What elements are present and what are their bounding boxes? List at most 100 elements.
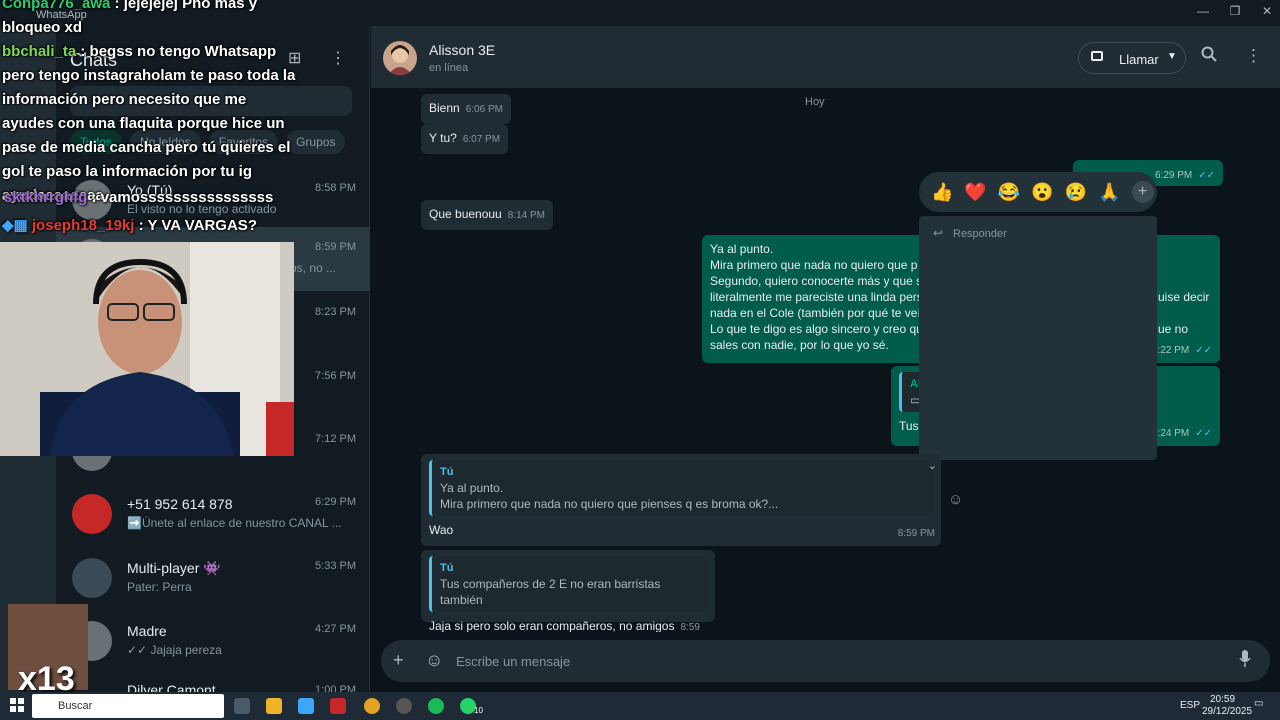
quote-author: Tú: [440, 466, 454, 478]
quote-text: Tus compañeros de 2 E no eran barristas …: [440, 577, 661, 607]
chat-time: 1:00 PM: [315, 684, 356, 692]
avatar: [72, 494, 112, 534]
reaction-sad[interactable]: 😢: [1065, 182, 1087, 203]
windows-start-icon[interactable]: [10, 698, 24, 712]
contact-status: en línea: [429, 62, 469, 74]
message-line: ue no: [1158, 322, 1189, 336]
chevron-down-icon[interactable]: ⌄: [928, 458, 937, 474]
quote-line: Ya al punto.: [440, 481, 504, 495]
call-label: Llamar: [1119, 52, 1159, 67]
menu-icon[interactable]: ⋮: [1245, 46, 1262, 66]
chat-message: Y VA VARGAS?: [147, 217, 257, 234]
chat-preview: Pater: Perra: [127, 580, 192, 594]
taskbar-search-label: Buscar: [58, 700, 93, 712]
message-time: 8:14 PM: [507, 210, 545, 221]
chat-message: vamossssssssssssssss: [100, 189, 274, 206]
reaction-wow[interactable]: 😮: [1031, 182, 1053, 203]
whatsapp-badge: 10: [474, 706, 483, 715]
chat-row[interactable]: Dilver Camont 1:00 PM: [56, 672, 370, 692]
microphone-icon[interactable]: [1239, 650, 1251, 673]
call-button[interactable]: Llamar ▼: [1078, 42, 1186, 74]
quoted-message[interactable]: Tú Ya al punto. Mira primero que nada no…: [429, 460, 933, 516]
double-check-icon: ✓✓: [1198, 170, 1215, 181]
sticker-overlay: x13: [8, 604, 88, 698]
chat-time: 5:33 PM: [315, 560, 356, 572]
emoji-reaction-icon[interactable]: ☺: [948, 491, 963, 508]
obs-icon[interactable]: [396, 698, 412, 714]
file-explorer-icon[interactable]: [266, 698, 282, 714]
conversation-header[interactable]: Alisson 3E en línea Llamar ▼ ⋮: [371, 26, 1280, 88]
search-icon[interactable]: [1201, 46, 1217, 67]
chat-username: joseph18_19kj: [31, 217, 135, 234]
video-camera-icon: [1091, 51, 1103, 61]
spotify-icon[interactable]: [428, 698, 444, 714]
add-reaction-icon[interactable]: +: [1131, 181, 1154, 203]
language-indicator[interactable]: ESP: [1180, 700, 1200, 711]
chat-username: bbchali_ta: [2, 43, 77, 60]
message-time: 8:24 PM: [1151, 428, 1190, 439]
chat-time: 7:56 PM: [315, 370, 356, 382]
day-separator: Hoy: [805, 96, 825, 108]
message-in[interactable]: Tú Ya al punto. Mira primero que nada no…: [421, 454, 941, 546]
sticker-icon[interactable]: ☺: [425, 650, 443, 671]
contact-name: Alisson 3E: [429, 42, 496, 58]
quoted-message[interactable]: Tú Tus compañeros de 2 E no eran barrist…: [429, 556, 707, 612]
store-icon[interactable]: [298, 698, 314, 714]
reply-icon: ↩: [933, 226, 944, 240]
message-text: Wao: [429, 523, 454, 537]
chat-message: begss no tengo Whatsapp pero tengo insta…: [2, 43, 296, 204]
reaction-thumbs-up[interactable]: 👍: [931, 182, 953, 203]
contact-avatar[interactable]: [383, 41, 417, 75]
chat-time: 7:12 PM: [315, 433, 356, 445]
double-check-icon: ✓✓: [1195, 345, 1212, 356]
clock-time[interactable]: 20:59: [1210, 694, 1235, 705]
chat-time: 8:23 PM: [315, 306, 356, 318]
chat-row[interactable]: Madre 4:27 PM ✓✓ Jajaja pereza: [56, 609, 370, 673]
badge-icon: ◆▦: [2, 217, 32, 234]
message-context-menu: ↩ Responder: [919, 216, 1157, 460]
chat-row[interactable]: +51 952 614 878 6:29 PM ➡️Únete al enlac…: [56, 482, 370, 546]
chat-time: 4:27 PM: [315, 623, 356, 635]
chat-preview: ✓✓ Jajaja pereza: [127, 643, 222, 657]
chat-name: +51 952 614 878: [127, 496, 233, 512]
webcam-overlay: [0, 242, 294, 456]
message-in[interactable]: Tú Tus compañeros de 2 E no eran barrist…: [421, 550, 715, 651]
message-text: Y tu?: [429, 131, 457, 145]
taskbar-search[interactable]: Buscar: [32, 694, 224, 718]
menu-item-reply[interactable]: Responder: [953, 228, 1007, 240]
chat-time: 6:29 PM: [315, 496, 356, 508]
taskbar: Buscar 10 ESP 20:59 29/12/2025 ▭: [0, 692, 1280, 720]
reaction-picker: 👍 ❤️ 😂 😮 😢 🙏 +: [919, 172, 1157, 212]
message-in[interactable]: Que buenouu 8:14 PM: [421, 200, 553, 230]
chat-name: Multi-player 👾: [127, 560, 221, 576]
chat-username: Conpa776_awa: [2, 0, 111, 12]
reaction-laugh[interactable]: 😂: [998, 182, 1020, 203]
app-icon[interactable]: [330, 698, 346, 714]
task-view-icon[interactable]: [234, 698, 250, 714]
notification-icon[interactable]: ▭: [1254, 698, 1263, 709]
chat-row[interactable]: Multi-player 👾 5:33 PM Pater: Perra: [56, 546, 370, 610]
message-input[interactable]: Escribe un mensaje: [456, 654, 570, 669]
attach-plus-icon[interactable]: +: [393, 650, 404, 671]
clock-date[interactable]: 29/12/2025: [1202, 706, 1252, 717]
chevron-down-icon: ▼: [1167, 51, 1177, 62]
chat-name: Madre: [127, 623, 167, 639]
maximize-button[interactable]: ❐: [1220, 4, 1250, 18]
message-in[interactable]: Y tu? 6:07 PM: [421, 124, 509, 154]
chrome-icon[interactable]: [364, 698, 380, 714]
message-time: 6:07 PM: [462, 134, 501, 145]
chat-username: sktkhrrghfg: [4, 189, 88, 206]
group-avatar-icon: [72, 558, 112, 598]
minimize-button[interactable]: —: [1188, 4, 1218, 18]
reaction-pray[interactable]: 🙏: [1098, 182, 1120, 203]
message-time: 8:59 PM: [897, 528, 935, 539]
composer: + ☺ Escribe un mensaje: [371, 632, 1280, 692]
message-in[interactable]: Bienn 6:06 PM: [421, 94, 511, 124]
message-line: uise decir: [1158, 290, 1210, 304]
message-text: Jaja si pero solo eran compañeros, no am…: [429, 619, 675, 633]
menu-icon[interactable]: ⋮: [330, 48, 346, 68]
chat-name: Dilver Camont: [127, 682, 216, 692]
close-button[interactable]: ✕: [1252, 4, 1280, 18]
reaction-heart[interactable]: ❤️: [964, 182, 986, 203]
message-time: 8:22 PM: [1151, 345, 1190, 356]
